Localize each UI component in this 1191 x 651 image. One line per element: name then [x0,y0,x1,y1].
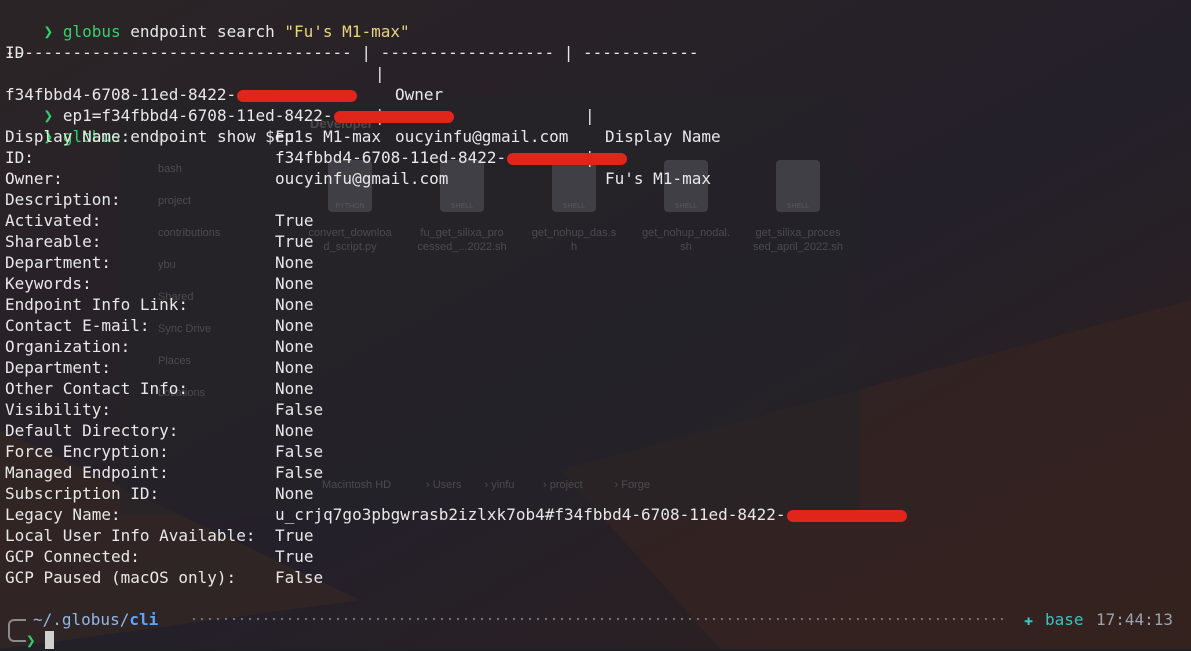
detail-value: None [275,316,314,335]
table-header-row: ID | Owner | Display Name [5,43,721,146]
detail-row: Visibility: False [5,399,323,420]
detail-row: Other Contact Info: None [5,378,314,399]
detail-key: Other Contact Info: [5,379,189,398]
detail-row: Legacy Name: u_crjq7go3pbgwrasb2izlxk7ob4… [5,504,907,525]
current-directory-leaf: cli [129,610,159,629]
status-filler-dots [190,618,1008,620]
detail-value: None [275,274,314,293]
detail-key: Organization: [5,337,131,356]
terminal-window[interactable]: ❯ globus endpoint search "Fu's M1-max" I… [0,0,1191,650]
detail-key: Force Encryption: [5,442,169,461]
detail-key: GCP Connected: [5,547,140,566]
detail-row: GCP Paused (macOS only): False [5,567,323,588]
detail-value: True [275,232,314,251]
detail-value: None [275,337,314,356]
table-header-display-name: Display Name [605,127,721,146]
detail-value: False [275,463,324,482]
detail-row: Activated: True [5,210,314,231]
detail-value: u_crjq7go3pbgwrasb2izlxk7ob4#f34fbbd4-67… [275,504,907,525]
detail-row: GCP Connected: True [5,546,314,567]
redaction-mark [333,110,454,123]
detail-row: Subscription ID: None [5,483,314,504]
detail-key: Endpoint Info Link: [5,295,189,314]
detail-key: Legacy Name: [5,505,121,524]
detail-key: Managed Endpoint: [5,463,169,482]
table-row: f34fbbd4-6708-11ed-8422- | oucyinfu@gmai… [5,63,711,188]
detail-value: False [275,568,324,587]
detail-key: Department: [5,358,111,377]
command-string-arg: "Fu's M1-max" [284,22,410,41]
prompt-arrow: ❯ [43,22,54,41]
detail-value: None [275,421,314,440]
detail-value: oucyinfu@gmail.com [275,169,449,188]
detail-row: Department: None [5,357,314,378]
redaction-mark [786,509,907,522]
detail-value: Fu's M1-max [275,127,381,146]
detail-key: Keywords: [5,274,92,293]
detail-key: Shareable: [5,232,102,251]
input-prompt-arrow: ❯ [26,631,36,650]
detail-row: Endpoint Info Link: None [5,294,314,315]
detail-value: None [275,295,314,314]
prompt-clock: 17:44:13 [1096,610,1174,629]
current-directory: ~/.globus/cli [33,610,159,629]
command-line-show: ❯ globus endpoint show $ep1 [5,105,304,146]
detail-key: Default Directory: [5,421,179,440]
detail-row: ID: f34fbbd4-6708-11ed-8422- [5,147,628,168]
detail-value: False [275,442,324,461]
detail-value: None [275,484,314,503]
detail-row: Display Name: Fu's M1-max [5,126,381,147]
python-env-icon: ✚ [1024,611,1034,629]
detail-row: Local User Info Available: True [5,525,314,546]
detail-key: Activated: [5,211,102,230]
conda-env-name: base [1045,610,1084,629]
detail-key: Department: [5,253,111,272]
detail-key: ID: [5,148,34,167]
detail-value: False [275,400,324,419]
detail-value: None [275,253,314,272]
detail-key: Owner: [5,169,63,188]
command-line-assign: ❯ ep1=f34fbbd4-6708-11ed-8422- [5,84,454,125]
detail-key: Contact E-mail: [5,316,150,335]
detail-value: True [275,526,314,545]
detail-key: Visibility: [5,400,111,419]
detail-key: Description: [5,190,121,209]
detail-value: True [275,547,314,566]
command-program: globus [62,22,121,41]
detail-key: Display Name: [5,127,131,146]
detail-row: Shareable: True [5,231,314,252]
detail-row: Managed Endpoint: False [5,462,323,483]
prompt-frame-bottom [8,630,26,642]
table-separator: ------------------------------------ | -… [5,43,699,62]
detail-row: Organization: None [5,336,314,357]
detail-value: f34fbbd4-6708-11ed-8422- [275,147,628,168]
detail-value: None [275,358,314,377]
detail-key: Subscription ID: [5,484,160,503]
detail-value: True [275,211,314,230]
table-cell-owner: oucyinfu@gmail.com [395,127,569,146]
table-cell-display-name: Fu's M1-max [605,169,711,188]
detail-row: Contact E-mail: None [5,315,314,336]
detail-key: GCP Paused (macOS only): [5,568,237,587]
detail-key: Local User Info Available: [5,526,256,545]
command-args: endpoint search [120,22,285,41]
detail-row: Owner: oucyinfu@gmail.com [5,168,448,189]
detail-row: Department: None [5,252,314,273]
detail-row: Force Encryption: False [5,441,323,462]
detail-row: Keywords: None [5,273,314,294]
command-line-search: ❯ globus endpoint search "Fu's M1-max" [5,0,410,41]
detail-row: Default Directory: None [5,420,314,441]
redaction-mark [507,152,628,165]
detail-value: None [275,379,314,398]
text-cursor[interactable] [45,631,54,649]
detail-row: Description: [5,189,121,210]
